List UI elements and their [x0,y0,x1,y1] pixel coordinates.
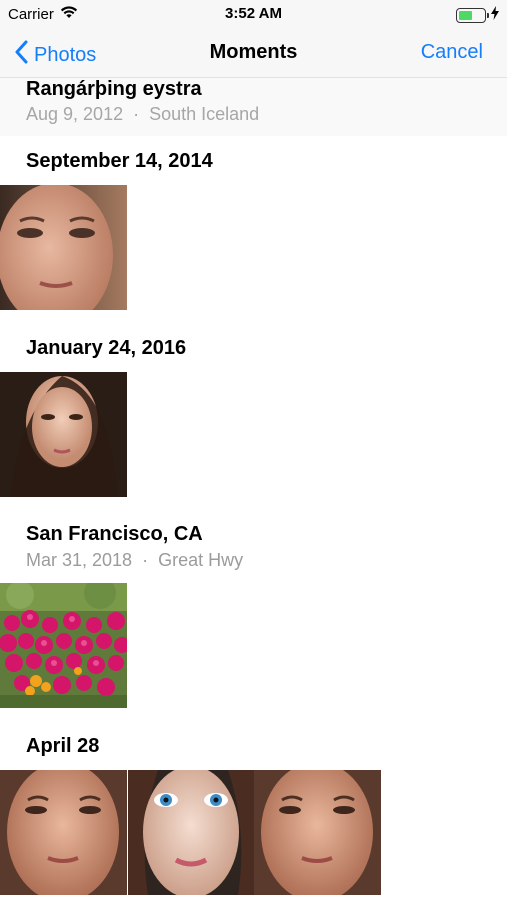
status-bar: Carrier 3:52 AM [0,0,507,28]
status-right [456,6,499,24]
moment-title-april-28: April 28 [26,735,100,757]
portrait-freckles-2-image [254,770,381,895]
charging-bolt-icon [491,6,499,24]
photo-thumbnail[interactable] [0,372,127,497]
magenta-flowers-image [0,583,127,708]
moment-header-rangarthing: Rangárþing eystra Aug 9, 2012 · South Icel… [0,78,507,136]
photo-thumbnail[interactable] [128,770,255,895]
moment-title-sep-2014: September 14, 2014 [26,150,213,172]
portrait-freckles-woman-image [0,185,127,310]
photo-thumbnail[interactable] [254,770,381,895]
photo-thumbnail[interactable] [0,583,127,708]
status-time: 3:52 AM [225,5,282,22]
cancel-button[interactable]: Cancel [421,41,483,64]
moment-title-san-francisco: San Francisco, CA [26,523,203,545]
back-button[interactable]: Photos [14,40,96,70]
portrait-freckles-1-image [0,770,127,895]
back-button-label: Photos [34,43,97,66]
navigation-bar: Photos Moments Cancel [0,28,507,78]
moment-subtitle: Aug 9, 2012 · South Iceland [26,104,260,124]
moment-date: Aug 9, 2012 [26,104,124,124]
moment-date: Mar 31, 2018 [26,550,133,570]
photo-thumbnail[interactable] [0,185,127,310]
photo-picker-screen: Carrier 3:52 AM Photos Moments Cancel Ra… [0,0,507,900]
battery-icon [456,7,489,23]
photo-thumbnail[interactable] [0,770,127,895]
moment-place: Great Hwy [158,550,244,570]
portrait-blue-eyes-image [128,770,255,895]
moment-subtitle-san-francisco: Mar 31, 2018 · Great Hwy [26,550,244,570]
moment-title: Rangárþing eystra [26,78,202,100]
moment-place: South Iceland [149,104,260,124]
portrait-dark-hair-woman-image [0,372,127,497]
chevron-left-icon [14,40,28,70]
moment-title-jan-2016: January 24, 2016 [26,337,187,359]
